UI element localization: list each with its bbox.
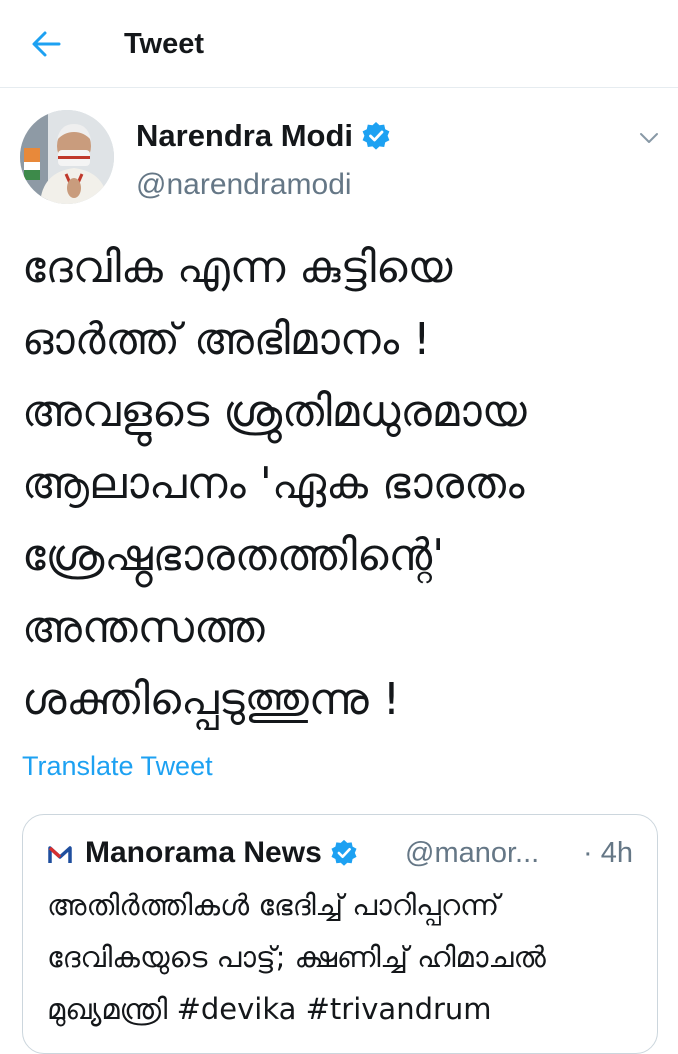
tweet-menu-button[interactable]	[634, 125, 664, 151]
quote-text-line: ദേവികയുടെ പാട്ട്; ക്ഷണിച്ച് ഹിമാചൽ	[47, 940, 546, 974]
quote-author-name: Manorama News	[85, 833, 358, 873]
back-button[interactable]	[26, 24, 66, 64]
quote-timestamp: · 4h	[583, 833, 633, 873]
manorama-logo-icon	[47, 842, 73, 868]
translate-tweet-link[interactable]: Translate Tweet	[22, 746, 213, 786]
verified-badge-icon	[362, 122, 390, 150]
quote-author-name-text: Manorama News	[85, 836, 322, 869]
page-title: Tweet	[124, 28, 205, 60]
quote-text: അതിർത്തികൾ ഭേദിച്ച് പാറിപ്പറന്ന് ദേവികയു…	[47, 879, 647, 1035]
top-bar: Tweet	[0, 0, 678, 88]
quote-text-line: അതിർത്തികൾ ഭേദിച്ച് പാറിപ്പറന്ന്	[47, 888, 500, 922]
tweet-text-line: ആലാപനം 'ഏക ഭാരതം	[22, 458, 525, 509]
quote-text-line: മുഖ്യമന്ത്രി #devika #trivandrum	[47, 992, 492, 1026]
tweet-text-line: ദേവിക എന്ന കുട്ടിയെ	[22, 242, 453, 293]
tweet-text-line: ശ്രേഷ്ഠഭാരതത്തിന്റെ'	[22, 530, 445, 581]
verified-badge-icon	[331, 839, 357, 866]
profile-photo	[20, 110, 114, 204]
tweet-text: ദേവിക എന്ന കുട്ടിയെ ഓർത്ത് അഭിമാനം ! അവള…	[22, 232, 662, 736]
back-arrow-icon	[32, 31, 61, 57]
quote-author-handle: @manor...	[405, 837, 540, 869]
author-handle[interactable]: @narendramodi	[136, 165, 352, 205]
quote-time-text: 4h	[600, 837, 633, 869]
tweet-text-line: അന്തസത്ത	[22, 602, 265, 653]
chevron-down-icon	[640, 133, 658, 143]
author-name[interactable]: Narendra Modi	[136, 116, 391, 156]
author-name-text: Narendra Modi	[136, 118, 354, 153]
tweet-text-line: ഓർത്ത് അഭിമാനം !	[22, 314, 431, 365]
tweet-text-line: അവളുടെ ശ്രുതിമധുരമായ	[22, 386, 527, 437]
quoted-tweet-card[interactable]: Manorama News @manor... · 4h അതിർത്തികൾ …	[22, 814, 658, 1054]
tweet-text-line: ശക്തിപ്പെടുത്തുന്നു !	[22, 674, 401, 725]
avatar[interactable]	[20, 110, 114, 204]
separator-dot: ·	[583, 837, 593, 869]
